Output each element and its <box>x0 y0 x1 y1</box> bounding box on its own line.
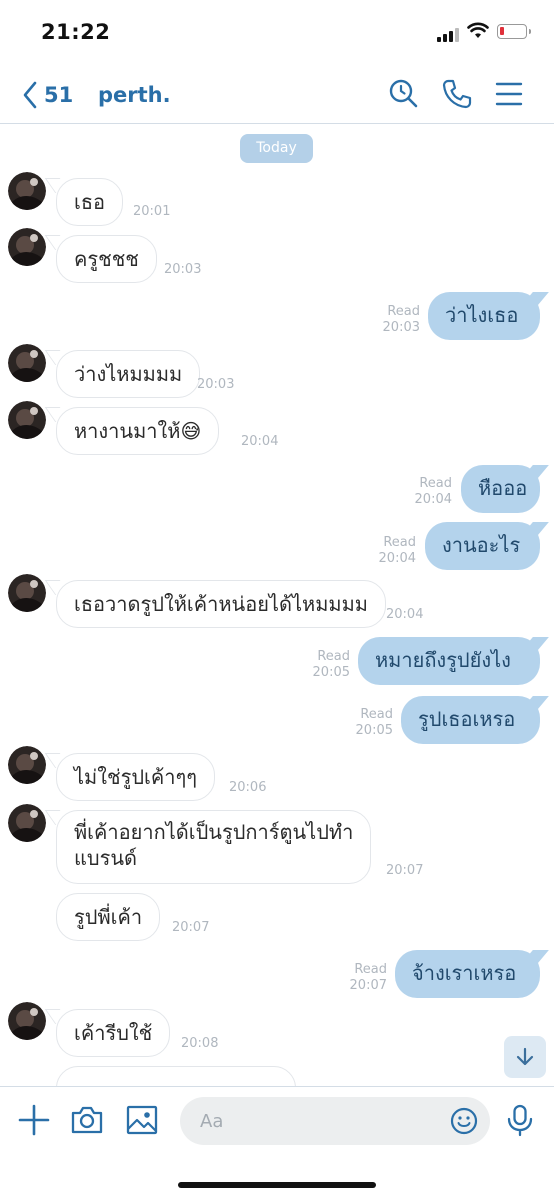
home-indicator[interactable] <box>178 1182 376 1188</box>
message-bubble-incoming[interactable]: เค้ารีบใช้ <box>56 1009 171 1057</box>
message-bubble-incoming[interactable]: ครูชชช <box>56 235 157 283</box>
plus-icon[interactable] <box>17 1103 51 1137</box>
unread-count: 51 <box>44 83 74 107</box>
message-bubble-incoming[interactable]: หางานมาให้😅 <box>56 407 220 455</box>
message-time: 20:05 <box>312 665 350 680</box>
emoji-icon[interactable] <box>450 1107 478 1135</box>
message-bubble-outgoing[interactable]: ว่าไงเธอ <box>428 292 540 340</box>
message-bubble-outgoing[interactable]: งานอะไร <box>425 522 540 570</box>
message-time: 20:07 <box>172 920 210 935</box>
date-separator: Today <box>240 134 313 163</box>
message-input-bar <box>0 1086 554 1156</box>
read-receipt: Read <box>383 535 416 550</box>
phone-icon[interactable] <box>441 78 473 110</box>
status-time: 21:22 <box>41 20 111 44</box>
back-button[interactable]: 51 <box>22 78 102 112</box>
message-time: 20:03 <box>382 320 420 335</box>
message-time: 20:03 <box>164 262 202 277</box>
camera-icon[interactable] <box>70 1103 104 1137</box>
read-receipt: Read <box>387 304 420 319</box>
read-receipt: Read <box>317 649 350 664</box>
read-receipt: Read <box>419 476 452 491</box>
message-bubble-incoming[interactable]: ว่างไหมมมม <box>56 350 201 398</box>
search-icon[interactable] <box>388 78 420 110</box>
message-bubble-outgoing[interactable]: จ้างเราเหรอ <box>395 950 540 998</box>
message-bubble-incoming[interactable]: พี่เค้าอยากได้เป็นรูปการ์ตูนไปทำ แบรนด์ <box>56 810 372 884</box>
avatar[interactable] <box>8 172 46 210</box>
microphone-icon[interactable] <box>503 1103 537 1137</box>
message-line: พี่เค้าอยากได้เป็นรูปการ์ตูนไปทำ <box>74 820 354 844</box>
menu-icon[interactable] <box>493 78 525 110</box>
arrow-down-icon <box>516 1047 534 1066</box>
battery-icon <box>497 24 531 39</box>
message-bubble-incoming[interactable]: ไม่ใช่รูปเค้าๆๆ <box>56 753 215 801</box>
message-time: 20:08 <box>181 1036 219 1051</box>
read-receipt: Read <box>360 707 393 722</box>
status-bar: 21:22 <box>0 0 554 64</box>
avatar[interactable] <box>8 228 46 266</box>
avatar[interactable] <box>8 1002 46 1040</box>
message-input[interactable] <box>180 1097 490 1145</box>
message-time: 20:06 <box>229 780 267 795</box>
chat-message-list[interactable]: Today เธอ 20:01 ครูชชช 20:03 Read 20:03 … <box>0 124 554 1086</box>
message-bubble-incoming-partial[interactable] <box>56 1066 296 1086</box>
message-time: 20:04 <box>414 492 452 507</box>
wifi-icon <box>467 22 489 38</box>
message-bubble-incoming[interactable]: เธอวาดรูปให้เค้าหน่อยได้ไหมมมม <box>56 580 386 628</box>
message-time: 20:07 <box>349 978 387 993</box>
message-time: 20:01 <box>133 204 171 219</box>
avatar[interactable] <box>8 746 46 784</box>
message-time: 20:04 <box>241 434 279 449</box>
message-bubble-outgoing[interactable]: หือออ <box>461 465 540 513</box>
scroll-to-bottom-button[interactable] <box>504 1036 546 1078</box>
avatar[interactable] <box>8 574 46 612</box>
message-time: 20:05 <box>355 723 393 738</box>
avatar[interactable] <box>8 804 46 842</box>
read-receipt: Read <box>354 962 387 977</box>
message-time: 20:04 <box>386 607 424 622</box>
message-bubble-incoming[interactable]: เธอ <box>56 178 124 226</box>
cellular-signal-icon <box>437 28 463 42</box>
message-bubble-outgoing[interactable]: รูปเธอเหรอ <box>401 696 540 744</box>
message-bubble-incoming[interactable]: รูปพี่เค้า <box>56 893 161 941</box>
message-line: แบรนด์ <box>74 846 137 870</box>
chat-title: perth. <box>98 83 171 107</box>
avatar[interactable] <box>8 401 46 439</box>
avatar[interactable] <box>8 344 46 382</box>
chat-header: 51 perth. <box>0 64 554 124</box>
message-bubble-outgoing[interactable]: หมายถึงรูปยังไง <box>358 637 540 685</box>
image-icon[interactable] <box>125 1103 159 1137</box>
message-time: 20:03 <box>197 377 235 392</box>
back-chevron-icon <box>23 81 37 109</box>
message-time: 20:07 <box>386 863 424 878</box>
message-time: 20:04 <box>378 551 416 566</box>
